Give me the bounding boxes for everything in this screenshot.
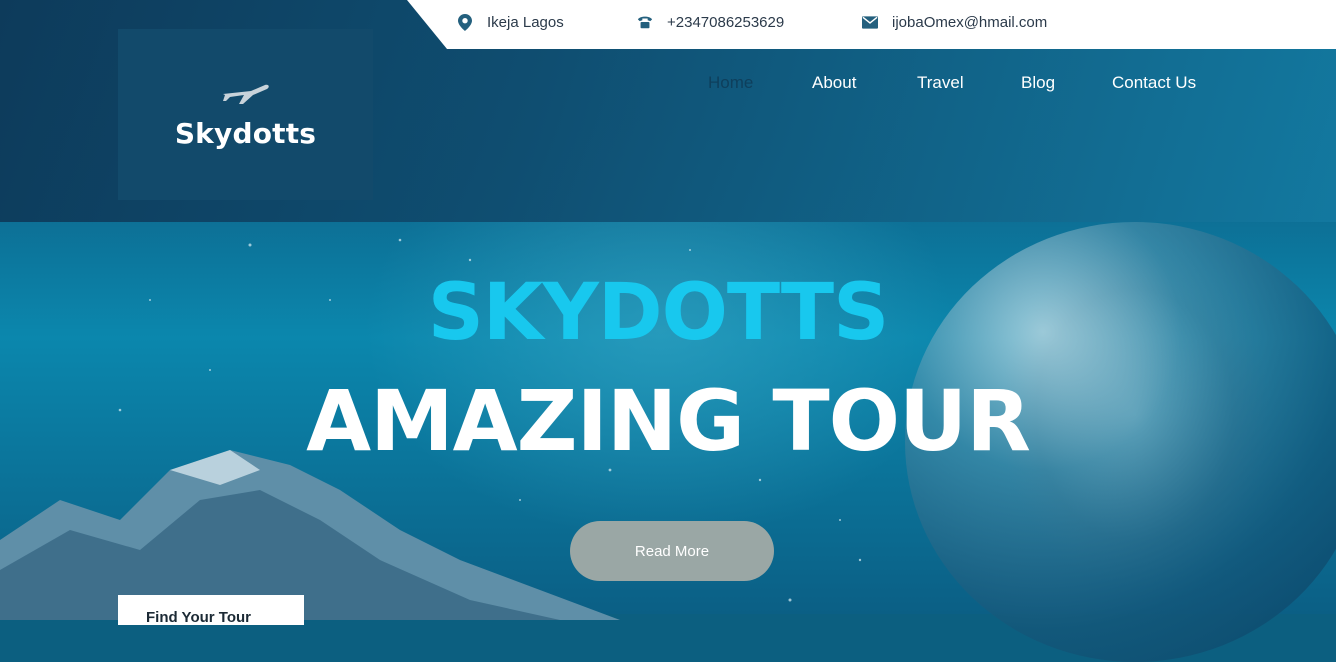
find-tour-tab[interactable]: Find Your Tour [118, 595, 304, 626]
nav-blog[interactable]: Blog [1021, 73, 1055, 93]
phone-text: +2347086253629 [667, 13, 785, 31]
hero-title-tagline: AMAZING TOUR [306, 372, 1031, 470]
email-text: ijobaOmex@hmail.com [892, 13, 1048, 31]
nav-about[interactable]: About [812, 73, 856, 93]
nav-contact-us[interactable]: Contact Us [1112, 73, 1196, 93]
hero-title-brand: SKYDOTTS [427, 268, 890, 358]
nav-home[interactable]: Home [708, 73, 753, 93]
telephone-icon [637, 14, 653, 30]
envelope-icon [862, 14, 878, 30]
logo[interactable]: Skydotts [118, 29, 373, 200]
airplane-icon [221, 80, 271, 111]
map-pin-icon [457, 13, 473, 31]
logo-text: Skydotts [174, 116, 317, 150]
nav-travel[interactable]: Travel [917, 73, 964, 93]
email-info[interactable]: ijobaOmex@hmail.com [862, 0, 1047, 44]
read-more-button[interactable]: Read More [570, 521, 774, 581]
location-info: Ikeja Lagos [457, 0, 564, 44]
phone-info[interactable]: +2347086253629 [637, 0, 784, 44]
location-text: Ikeja Lagos [487, 13, 564, 31]
